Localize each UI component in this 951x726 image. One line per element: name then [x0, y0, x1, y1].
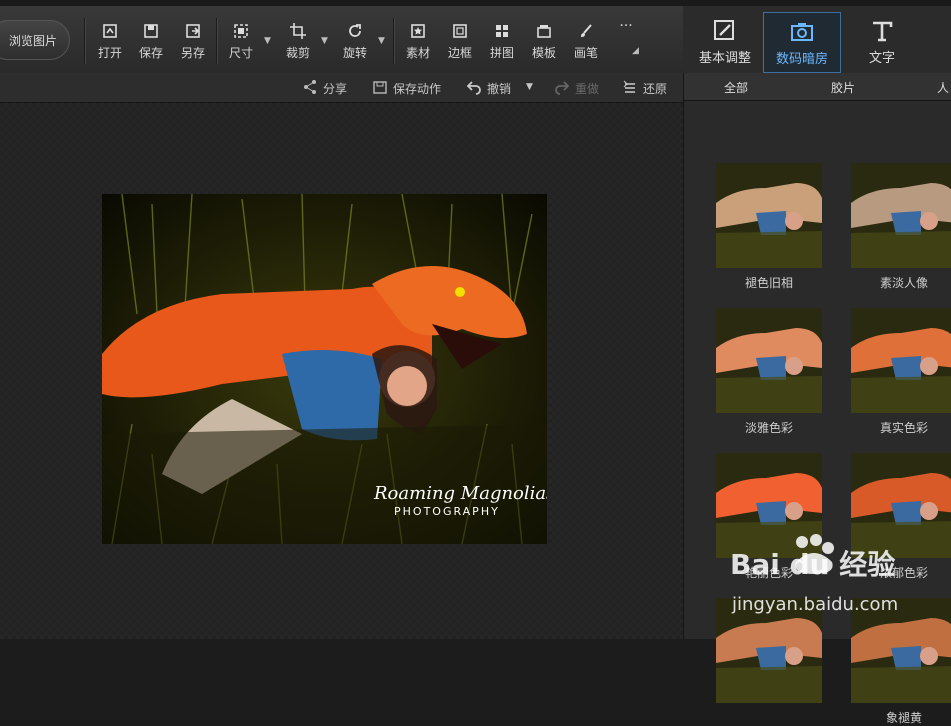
filter-label: 褪色旧相 [744, 276, 793, 290]
crop-icon [289, 22, 307, 40]
material-label: 素材 [405, 46, 430, 60]
share-label: 分享 [323, 82, 348, 96]
filter-thumbnail[interactable] [716, 598, 822, 703]
resize-icon [232, 22, 250, 40]
restore-button[interactable]: 还原 [622, 79, 667, 98]
tab-text-label: 文字 [868, 51, 895, 66]
filter-thumbnail[interactable] [851, 453, 951, 558]
crop-label: 裁剪 [285, 46, 310, 60]
filter-thumbnail[interactable] [716, 453, 822, 558]
rotate-button[interactable]: 旋转 [335, 20, 375, 64]
separator [216, 18, 218, 64]
tab-digital-darkroom[interactable]: 数码暗房 [763, 12, 841, 73]
brush-button[interactable]: 画笔 [566, 20, 606, 64]
action-bar: 分享 保存动作 撤销 ▼ 重做 还原 [0, 73, 683, 103]
save-as-icon [184, 22, 202, 40]
camera-icon [789, 19, 815, 45]
category-tabs: 全部 胶片 人 [684, 73, 951, 101]
filter-label: 艳丽色彩 [744, 566, 793, 580]
filter-label: 淡雅色彩 [744, 421, 793, 435]
separator [393, 18, 395, 64]
resize-button[interactable]: 尺寸 [221, 20, 261, 64]
undo-label: 撤销 [487, 82, 512, 96]
more-label: ··· [619, 18, 633, 34]
collage-button[interactable]: 拼图 [482, 20, 522, 64]
brush-label: 画笔 [573, 46, 598, 60]
share-button[interactable]: 分享 [302, 79, 347, 98]
collage-label: 拼图 [489, 46, 514, 60]
filter-label: 真实色彩 [879, 421, 928, 435]
text-icon [869, 18, 895, 44]
brush-icon [577, 22, 595, 40]
right-tab-bar: 基本调整 数码暗房 文字 [683, 6, 951, 73]
redo-label: 重做 [575, 82, 600, 96]
filter-label: 浓郁色彩 [879, 566, 928, 580]
save-as-button[interactable]: 另存 [173, 20, 213, 64]
tab-digital-darkroom-label: 数码暗房 [775, 52, 828, 67]
template-button[interactable]: 模板 [524, 20, 564, 64]
save-button[interactable]: 保存 [131, 20, 171, 64]
restore-label: 还原 [643, 82, 668, 96]
browse-images-button[interactable]: 浏览图片 [0, 20, 70, 60]
border-icon [451, 22, 469, 40]
adjust-icon [712, 18, 738, 44]
share-icon [302, 79, 318, 98]
undo-button[interactable]: 撤销 [466, 79, 511, 98]
rotate-icon [346, 22, 364, 40]
resize-dropdown-caret[interactable]: ▼ [264, 36, 271, 46]
restore-icon [622, 79, 638, 98]
resize-label: 尺寸 [228, 46, 253, 60]
category-all[interactable]: 全部 [724, 79, 748, 96]
open-label: 打开 [97, 46, 122, 60]
save-action-icon [372, 79, 388, 98]
separator [84, 18, 86, 64]
save-action-label: 保存动作 [393, 82, 442, 96]
material-button[interactable]: 素材 [398, 20, 438, 64]
category-film[interactable]: 胶片 [831, 79, 855, 96]
category-portrait[interactable]: 人 [937, 79, 949, 96]
edited-photo[interactable]: Roaming Magnolias PHOTOGRAPHY [102, 194, 547, 544]
template-label: 模板 [531, 46, 556, 60]
open-icon [101, 22, 119, 40]
filter-thumbnail[interactable] [716, 163, 822, 268]
filter-thumbnail[interactable] [851, 308, 951, 413]
filter-thumbnail[interactable] [851, 163, 951, 268]
save-label: 保存 [138, 46, 163, 60]
save-as-label: 另存 [180, 46, 205, 60]
photo-watermark-line1: Roaming Magnolias [373, 483, 547, 504]
rotate-label: 旋转 [342, 46, 367, 60]
more-tools-button[interactable]: ··· [606, 18, 646, 62]
collage-icon [493, 22, 511, 40]
undo-icon [466, 79, 482, 98]
editor-canvas: Roaming Magnolias PHOTOGRAPHY [0, 103, 683, 639]
border-label: 边框 [447, 46, 472, 60]
border-button[interactable]: 边框 [440, 20, 480, 64]
template-icon [535, 22, 553, 40]
tab-text[interactable]: 文字 [843, 12, 921, 73]
save-action-button[interactable]: 保存动作 [372, 79, 441, 98]
effects-panel: 全部 胶片 人 褪色旧相 素淡人像淡雅色彩 真实色彩艳丽色彩 浓郁色彩象褪黄 [683, 73, 951, 725]
filter-label: 素淡人像 [879, 276, 928, 290]
filter-label: 象褪黄 [885, 711, 922, 725]
crop-button[interactable]: 裁剪 [278, 20, 318, 64]
save-icon [142, 22, 160, 40]
redo-button[interactable]: 重做 [554, 79, 599, 98]
main-toolbar: 浏览图片 打开 保存 另存 尺寸 ▼ 裁剪 ▼ 旋转 ▼ 素材 边框 拼图 模板… [0, 0, 951, 74]
filter-thumbnail[interactable] [716, 308, 822, 413]
tab-basic-adjust-label: 基本调整 [698, 51, 751, 66]
open-button[interactable]: 打开 [90, 20, 130, 64]
material-icon [409, 22, 427, 40]
undo-dropdown-caret[interactable]: ▼ [526, 82, 533, 92]
more-dropdown-caret[interactable]: ◢ [632, 46, 639, 56]
rotate-dropdown-caret[interactable]: ▼ [378, 36, 385, 46]
photo-watermark-line2: PHOTOGRAPHY [394, 505, 500, 518]
tab-basic-adjust[interactable]: 基本调整 [686, 12, 764, 73]
filter-thumbnail[interactable] [851, 598, 951, 703]
crop-dropdown-caret[interactable]: ▼ [321, 36, 328, 46]
redo-icon [554, 79, 570, 98]
